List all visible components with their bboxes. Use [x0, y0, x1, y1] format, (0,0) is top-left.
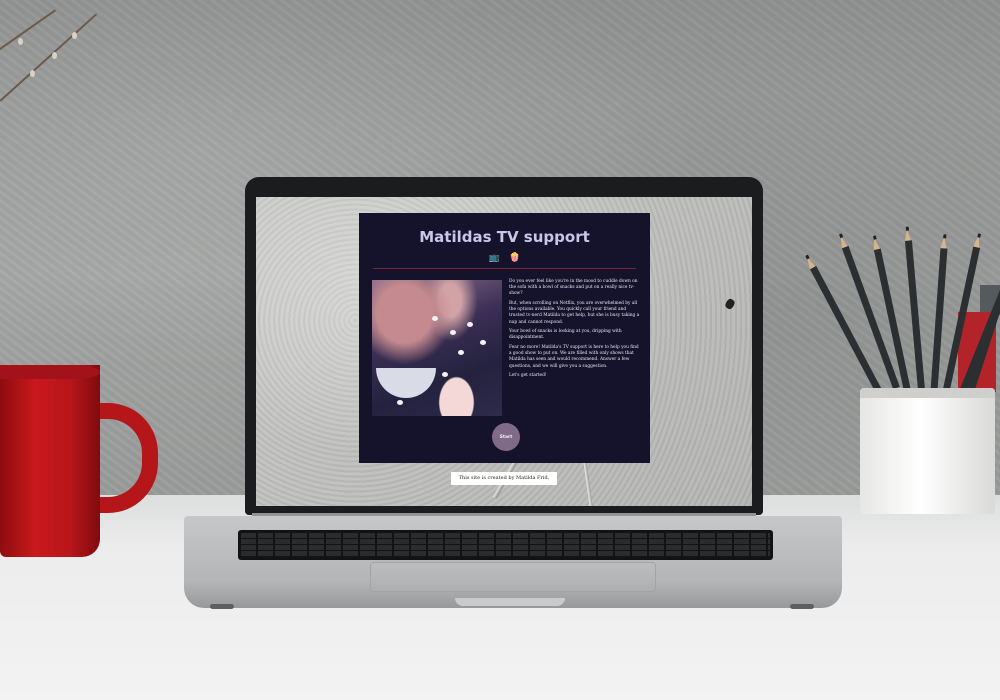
laptop-keyboard	[238, 530, 773, 560]
start-button[interactable]: Start	[492, 423, 520, 451]
title-divider	[373, 268, 636, 269]
page-title: Matildas TV support	[419, 228, 590, 246]
emoji-row: 📺 🍿	[359, 253, 650, 263]
decorative-branch	[0, 0, 100, 110]
intro-text: Do you ever feel like you're in the mood…	[509, 279, 640, 383]
laptop-foot	[790, 604, 814, 609]
intro-paragraph: But, when scrolling on Netflix, you are …	[509, 301, 640, 325]
laptop-screen: Matildas TV support 📺 🍿 Do you ever feel…	[256, 197, 752, 506]
red-mug	[0, 365, 158, 557]
rope-knot	[724, 297, 736, 311]
pencil-cup	[860, 388, 995, 514]
laptop-trackpad	[370, 562, 656, 592]
intro-paragraph: Your bowl of snacks is looking at you, d…	[509, 329, 622, 341]
laptop-notch	[455, 598, 565, 606]
laptop-foot	[210, 604, 234, 609]
intro-paragraph: Let's get started!	[509, 373, 547, 379]
popcorn-icon: 🍿	[508, 253, 521, 263]
intro-paragraph: Fear no more! Matilda's TV support is he…	[509, 345, 639, 369]
intro-card: Matildas TV support 📺 🍿 Do you ever feel…	[359, 213, 650, 463]
hero-image	[372, 280, 502, 416]
footer-credit: This site is created by Matilda Frid.	[451, 472, 557, 485]
television-icon: 📺	[488, 253, 501, 263]
intro-paragraph: Do you ever feel like you're in the mood…	[509, 279, 638, 297]
